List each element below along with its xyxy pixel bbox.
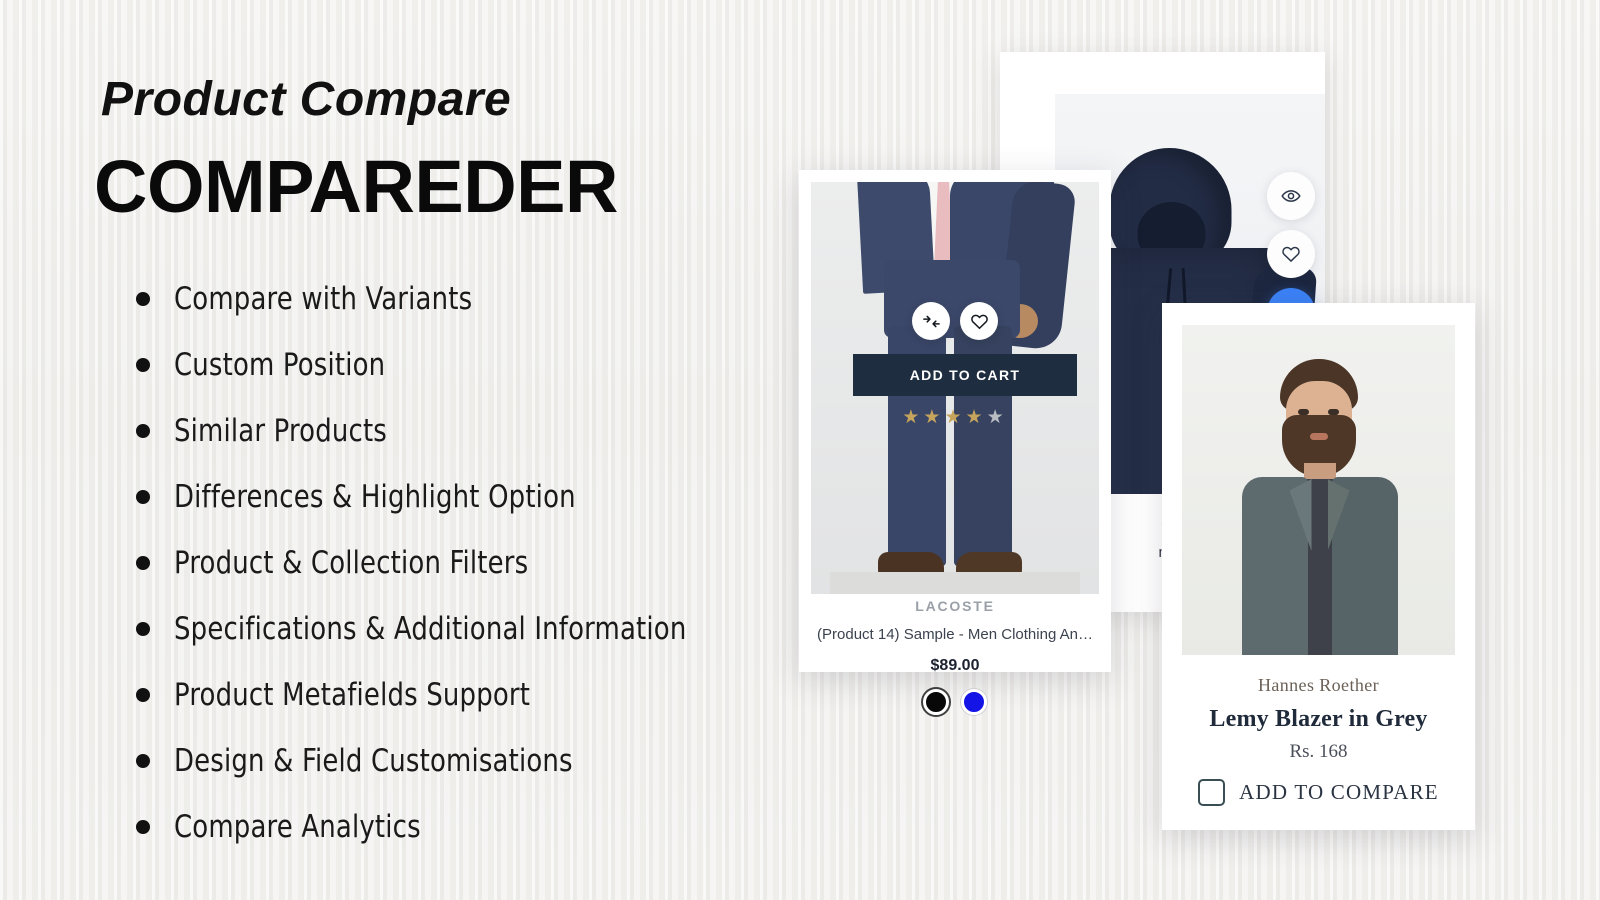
suit-rating-stars: ★★★★★ bbox=[811, 406, 1099, 429]
suit-product-image: ADD TO CART ★★★★★ bbox=[811, 182, 1099, 594]
compare-arrows-icon[interactable] bbox=[912, 302, 950, 340]
blazer-price: Rs. 168 bbox=[1289, 741, 1348, 762]
star-empty-icon: ★ bbox=[986, 407, 1008, 428]
compare-checkbox[interactable] bbox=[1198, 779, 1226, 806]
swatch-black[interactable] bbox=[923, 689, 949, 715]
suit-price: $89.00 bbox=[930, 657, 980, 674]
product-card-blazer[interactable]: Hannes Roether Lemy Blazer in Grey Rs. 1… bbox=[1162, 303, 1475, 830]
eye-icon[interactable] bbox=[1267, 172, 1315, 220]
suit-brand: LACOSTE bbox=[915, 598, 995, 614]
product-card-mockups: GAP ★★★ mpton F $440 bbox=[0, 0, 1600, 900]
star-filled-icon: ★ bbox=[965, 407, 987, 428]
blazer-title[interactable]: Lemy Blazer in Grey bbox=[1162, 706, 1475, 733]
suit-hover-actions bbox=[912, 302, 998, 340]
blazer-product-image bbox=[1182, 325, 1455, 655]
blazer-brand: Hannes Roether bbox=[1257, 675, 1380, 695]
product-card-suit[interactable]: ADD TO CART ★★★★★ LACOSTE (Product 14) S… bbox=[799, 170, 1111, 715]
heart-icon[interactable] bbox=[1267, 230, 1315, 278]
blazer-model-illustration bbox=[1224, 359, 1414, 655]
suit-title[interactable]: (Product 14) Sample - Men Clothing An… bbox=[799, 626, 1111, 643]
star-filled-icon: ★ bbox=[944, 407, 966, 428]
star-filled-icon: ★ bbox=[902, 407, 924, 428]
suit-color-swatches bbox=[799, 689, 1111, 715]
suit-meta: LACOSTE (Product 14) Sample - Men Clothi… bbox=[799, 598, 1111, 715]
add-to-compare-row[interactable]: ADD TO COMPARE bbox=[1162, 779, 1475, 806]
star-filled-icon: ★ bbox=[923, 407, 945, 428]
heart-icon[interactable] bbox=[960, 302, 998, 340]
blazer-meta: Hannes Roether Lemy Blazer in Grey Rs. 1… bbox=[1162, 675, 1475, 806]
compare-label: ADD TO COMPARE bbox=[1239, 780, 1439, 804]
swatch-blue[interactable] bbox=[961, 689, 987, 715]
add-to-cart-button[interactable]: ADD TO CART bbox=[853, 354, 1077, 396]
